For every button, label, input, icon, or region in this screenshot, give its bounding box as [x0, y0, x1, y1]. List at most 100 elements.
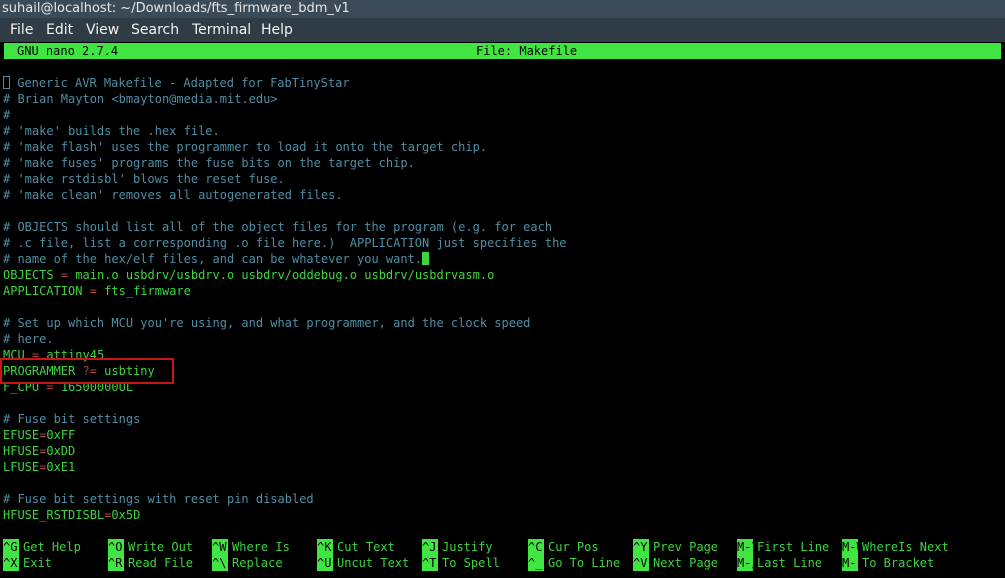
code-line: HFUSE_RSTDISBL=0x5D: [3, 507, 567, 523]
variable-name: LFUSE: [3, 460, 40, 474]
shortcut-label: Where Is: [232, 540, 290, 554]
shortcut-label: Read File: [128, 556, 194, 570]
menu-view[interactable]: View: [86, 18, 119, 42]
comment-text: # Brian Mayton <bmayton@media.mit.edu>: [3, 92, 278, 106]
comment-text: # name of the hex/elf files, and can be …: [3, 252, 423, 266]
shortcut-item: ^V Next Page: [633, 555, 718, 571]
variable-value: 0x5D: [111, 508, 141, 522]
variable-name: EFUSE: [3, 428, 40, 442]
shortcut-item: ^R Read File: [108, 555, 193, 571]
code-line: LFUSE=0xE1: [3, 459, 567, 475]
shortcut-label: Go To Line: [548, 556, 621, 570]
shortcut-item: ^K Cut Text: [317, 539, 395, 555]
shortcut-item: ^W Where Is: [212, 539, 290, 555]
menu-file[interactable]: File: [10, 18, 33, 42]
code-line: Generic AVR Makefile - Adapted for FabTi…: [3, 75, 567, 91]
menu-help[interactable]: Help: [261, 18, 293, 42]
shortcut-key: ^O: [108, 539, 124, 555]
shortcut-label: Next Page: [653, 556, 719, 570]
shortcut-label: To Bracket: [862, 556, 935, 570]
shortcut-item: ^X Exit: [3, 555, 52, 571]
shortcut-item: ^O Write Out: [108, 539, 193, 555]
shortcut-key: ^K: [317, 539, 333, 555]
code-line: OBJECTS = main.o usbdrv/usbdrv.o usbdrv/…: [3, 267, 567, 283]
shortcut-label: Last Line: [757, 556, 823, 570]
comment-text: # 'make' builds the .hex file.: [3, 124, 220, 138]
shortcut-label: Replace: [232, 556, 283, 570]
shortcut-label: Uncut Text: [337, 556, 410, 570]
code-line: # Brian Mayton <bmayton@media.mit.edu>: [3, 91, 567, 107]
shortcut-item: M-/Last Line: [737, 555, 822, 571]
comment-text: # 'make rstdisbl' blows the reset fuse.: [3, 172, 285, 186]
comment-text: #: [3, 108, 11, 122]
shortcut-label: Exit: [23, 556, 52, 570]
shortcut-item: ^U Uncut Text: [317, 555, 409, 571]
variable-name: HFUSE_RSTDISBL: [3, 508, 105, 522]
code-line: # 'make fuses' programs the fuse bits on…: [3, 155, 567, 171]
shortcut-key: M-W: [842, 539, 864, 555]
code-line: # Fuse bit settings with reset pin disab…: [3, 491, 567, 507]
line-end-marker: [422, 252, 430, 265]
code-line: # Set up which MCU you're using, and wha…: [3, 315, 567, 331]
code-line: # 'make' builds the .hex file.: [3, 123, 567, 139]
shortcut-key: ^C: [528, 539, 544, 555]
comment-text: # Set up which MCU you're using, and wha…: [3, 316, 531, 330]
code-line: HFUSE=0xDD: [3, 443, 567, 459]
assign-operator: =: [82, 284, 105, 298]
terminal-area[interactable]: GNU nano 2.7.4 File: Makefile Generic AV…: [0, 42, 1005, 578]
code-line: # OBJECTS should list all of the object …: [3, 219, 567, 235]
code-line: # 'make rstdisbl' blows the reset fuse.: [3, 171, 567, 187]
comment-text: # 'make fuses' programs the fuse bits on…: [3, 156, 415, 170]
shortcut-label: To Spell: [442, 556, 500, 570]
shortcut-label: WhereIs Next: [862, 540, 949, 554]
shortcut-label: Justify: [442, 540, 493, 554]
shortcut-item: M-\First Line: [737, 539, 829, 555]
shortcut-key: ^V: [633, 555, 649, 571]
variable-value: 0xDD: [46, 444, 76, 458]
variable-value: fts_firmware: [104, 284, 191, 298]
menu-edit[interactable]: Edit: [46, 18, 73, 42]
shortcut-label: Prev Page: [653, 540, 719, 554]
highlight-box-programmer: [0, 358, 174, 384]
editor-buffer[interactable]: Generic AVR Makefile - Adapted for FabTi…: [3, 75, 567, 523]
nano-file-label: File: Makefile: [476, 44, 578, 58]
comment-text: # OBJECTS should list all of the object …: [3, 220, 553, 234]
menu-search[interactable]: Search: [131, 18, 179, 42]
menu-bar: File Edit View Search Terminal Help: [0, 18, 1005, 42]
shortcut-item: ^\ Replace: [212, 555, 283, 571]
shortcut-key: ^\: [212, 555, 228, 571]
shortcut-item: M-WWhereIs Next: [842, 539, 949, 555]
shortcut-key: ^T: [422, 555, 438, 571]
comment-text: Generic AVR Makefile - Adapted for FabTi…: [10, 76, 350, 90]
variable-value: 0xFF: [46, 428, 76, 442]
shortcut-item: ^J Justify: [422, 539, 493, 555]
variable-name: HFUSE: [3, 444, 40, 458]
code-line: # Fuse bit settings: [3, 411, 567, 427]
comment-text: # 'make clean' removes all autogenerated…: [3, 188, 343, 202]
shortcut-label: Write Out: [128, 540, 194, 554]
menu-terminal[interactable]: Terminal: [192, 18, 251, 42]
shortcut-key: ^G: [3, 539, 19, 555]
shortcut-key: ^U: [317, 555, 333, 571]
code-line: # 'make flash' uses the programmer to lo…: [3, 139, 567, 155]
shortcut-key: M-/: [737, 555, 759, 571]
code-line: # .c file, list a corresponding .o file …: [3, 235, 567, 251]
comment-text: # 'make flash' uses the programmer to lo…: [3, 140, 488, 154]
code-line: #: [3, 107, 567, 123]
code-line: # 'make clean' removes all autogenerated…: [3, 187, 567, 203]
variable-name: APPLICATION: [3, 284, 83, 298]
shortcut-item: M-]To Bracket: [842, 555, 934, 571]
shortcut-key: M-]: [842, 555, 864, 571]
shortcut-item: ^Y Prev Page: [633, 539, 718, 555]
nano-header: GNU nano 2.7.4 File: Makefile: [4, 43, 1001, 59]
comment-text: # here.: [3, 332, 54, 346]
shortcut-key: ^_: [528, 555, 544, 571]
variable-value: main.o usbdrv/usbdrv.o usbdrv/oddebug.o …: [75, 268, 495, 282]
shortcut-label: First Line: [757, 540, 830, 554]
shortcut-label: Cur Pos: [548, 540, 599, 554]
variable-value: 0xE1: [46, 460, 76, 474]
shortcut-key: ^R: [108, 555, 124, 571]
shortcut-item: ^C Cur Pos: [528, 539, 599, 555]
